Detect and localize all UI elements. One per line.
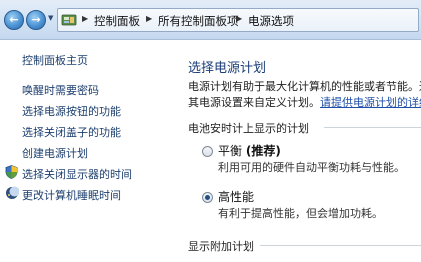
page-title: 选择电源计划 xyxy=(188,61,267,76)
balanced-plan-description: 利用可用的硬件自动平衡功耗与性能。 xyxy=(218,161,405,174)
battery-meter-section-heading: 电池安时计上显示的计划 xyxy=(188,122,309,135)
moon-sleep-icon xyxy=(6,186,19,199)
breadcrumb-control-panel[interactable]: 控制面板 xyxy=(94,13,140,29)
navigation-bar: ← → ▼ ▶ 控制面板 ▶ 所有控制面板项 ▶ 电源选项 xyxy=(0,0,421,40)
plan-details-link[interactable]: 请提供电源计划的详细信 xyxy=(320,96,421,109)
control-panel-home-link[interactable]: 控制面板主页 xyxy=(22,52,88,68)
high-performance-plan-radio[interactable] xyxy=(202,192,213,203)
balanced-plan-label[interactable]: 平衡 (推荐) xyxy=(218,142,281,159)
main-content: 选择电源计划 电源计划有助于最大化计算机的性能或者节能。通过 其电源设置来自定义… xyxy=(176,41,421,262)
description-line-2: 其电源设置来自定义计划。请提供电源计划的详细信 xyxy=(188,94,421,110)
require-password-link[interactable]: 唤醒时需要密码 xyxy=(22,82,99,98)
additional-plans-toggle[interactable]: 显示附加计划 xyxy=(188,238,254,254)
high-performance-plan-description: 有利于提高性能，但会增加功耗。 xyxy=(218,207,383,220)
sleep-time-link[interactable]: 更改计算机睡眠时间 xyxy=(22,187,121,203)
control-panel-icon xyxy=(61,14,77,26)
section-divider xyxy=(324,127,421,128)
high-performance-plan-label[interactable]: 高性能 xyxy=(218,188,254,205)
address-bar[interactable]: ▶ 控制面板 ▶ 所有控制面板项 ▶ 电源选项 xyxy=(57,8,419,32)
balanced-plan-radio[interactable] xyxy=(202,146,213,157)
power-button-function-link[interactable]: 选择电源按钮的功能 xyxy=(22,103,121,119)
breadcrumb-separator-icon[interactable]: ▶ xyxy=(82,14,88,23)
create-power-plan-link[interactable]: 创建电源计划 xyxy=(22,145,88,161)
shield-icon xyxy=(5,165,18,179)
breadcrumb-separator-icon[interactable]: ▶ xyxy=(146,14,152,23)
display-off-time-link[interactable]: 选择关闭显示器的时间 xyxy=(22,166,132,182)
left-task-pane: 控制面板主页 唤醒时需要密码 选择电源按钮的功能 选择关闭盖子的功能 创建电源计… xyxy=(0,41,176,262)
breadcrumb-power-options[interactable]: 电源选项 xyxy=(248,13,294,29)
breadcrumb-separator-icon[interactable]: ▶ xyxy=(236,14,242,23)
breadcrumb-all-items[interactable]: 所有控制面板项 xyxy=(158,13,239,29)
back-arrow-icon[interactable]: ← xyxy=(4,10,24,30)
description-line-1: 电源计划有助于最大化计算机的性能或者节能。通过 xyxy=(188,80,421,93)
forward-arrow-icon[interactable]: → xyxy=(26,10,46,30)
recent-pages-chevron-icon[interactable]: ▼ xyxy=(48,14,53,22)
lid-close-function-link[interactable]: 选择关闭盖子的功能 xyxy=(22,124,121,140)
section-divider xyxy=(260,245,421,246)
